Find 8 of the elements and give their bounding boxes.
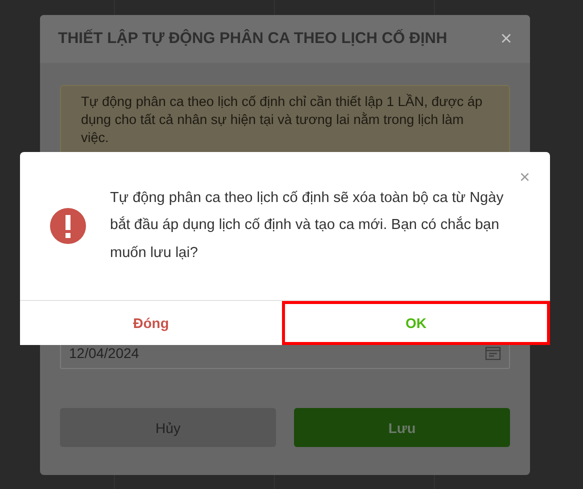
alert-icon [50,208,86,244]
close-button[interactable]: × [519,168,530,186]
dialog-title: THIẾT LẬP TỰ ĐỘNG PHÂN CA THEO LỊCH CỐ ĐỊNH [58,30,448,48]
close-button[interactable]: × [500,29,512,49]
ok-button[interactable]: OK [282,301,550,345]
save-button[interactable]: Lưu [294,408,510,447]
calendar-icon [485,346,501,360]
alert-message: Tự động phân ca theo lịch cố định sẽ xóa toàn bộ ca từ Ngày bắt đầu áp dụng lịch cố định và tạo ca mới. Bạn có chắc bạn muốn lưu lại? [110,188,504,263]
